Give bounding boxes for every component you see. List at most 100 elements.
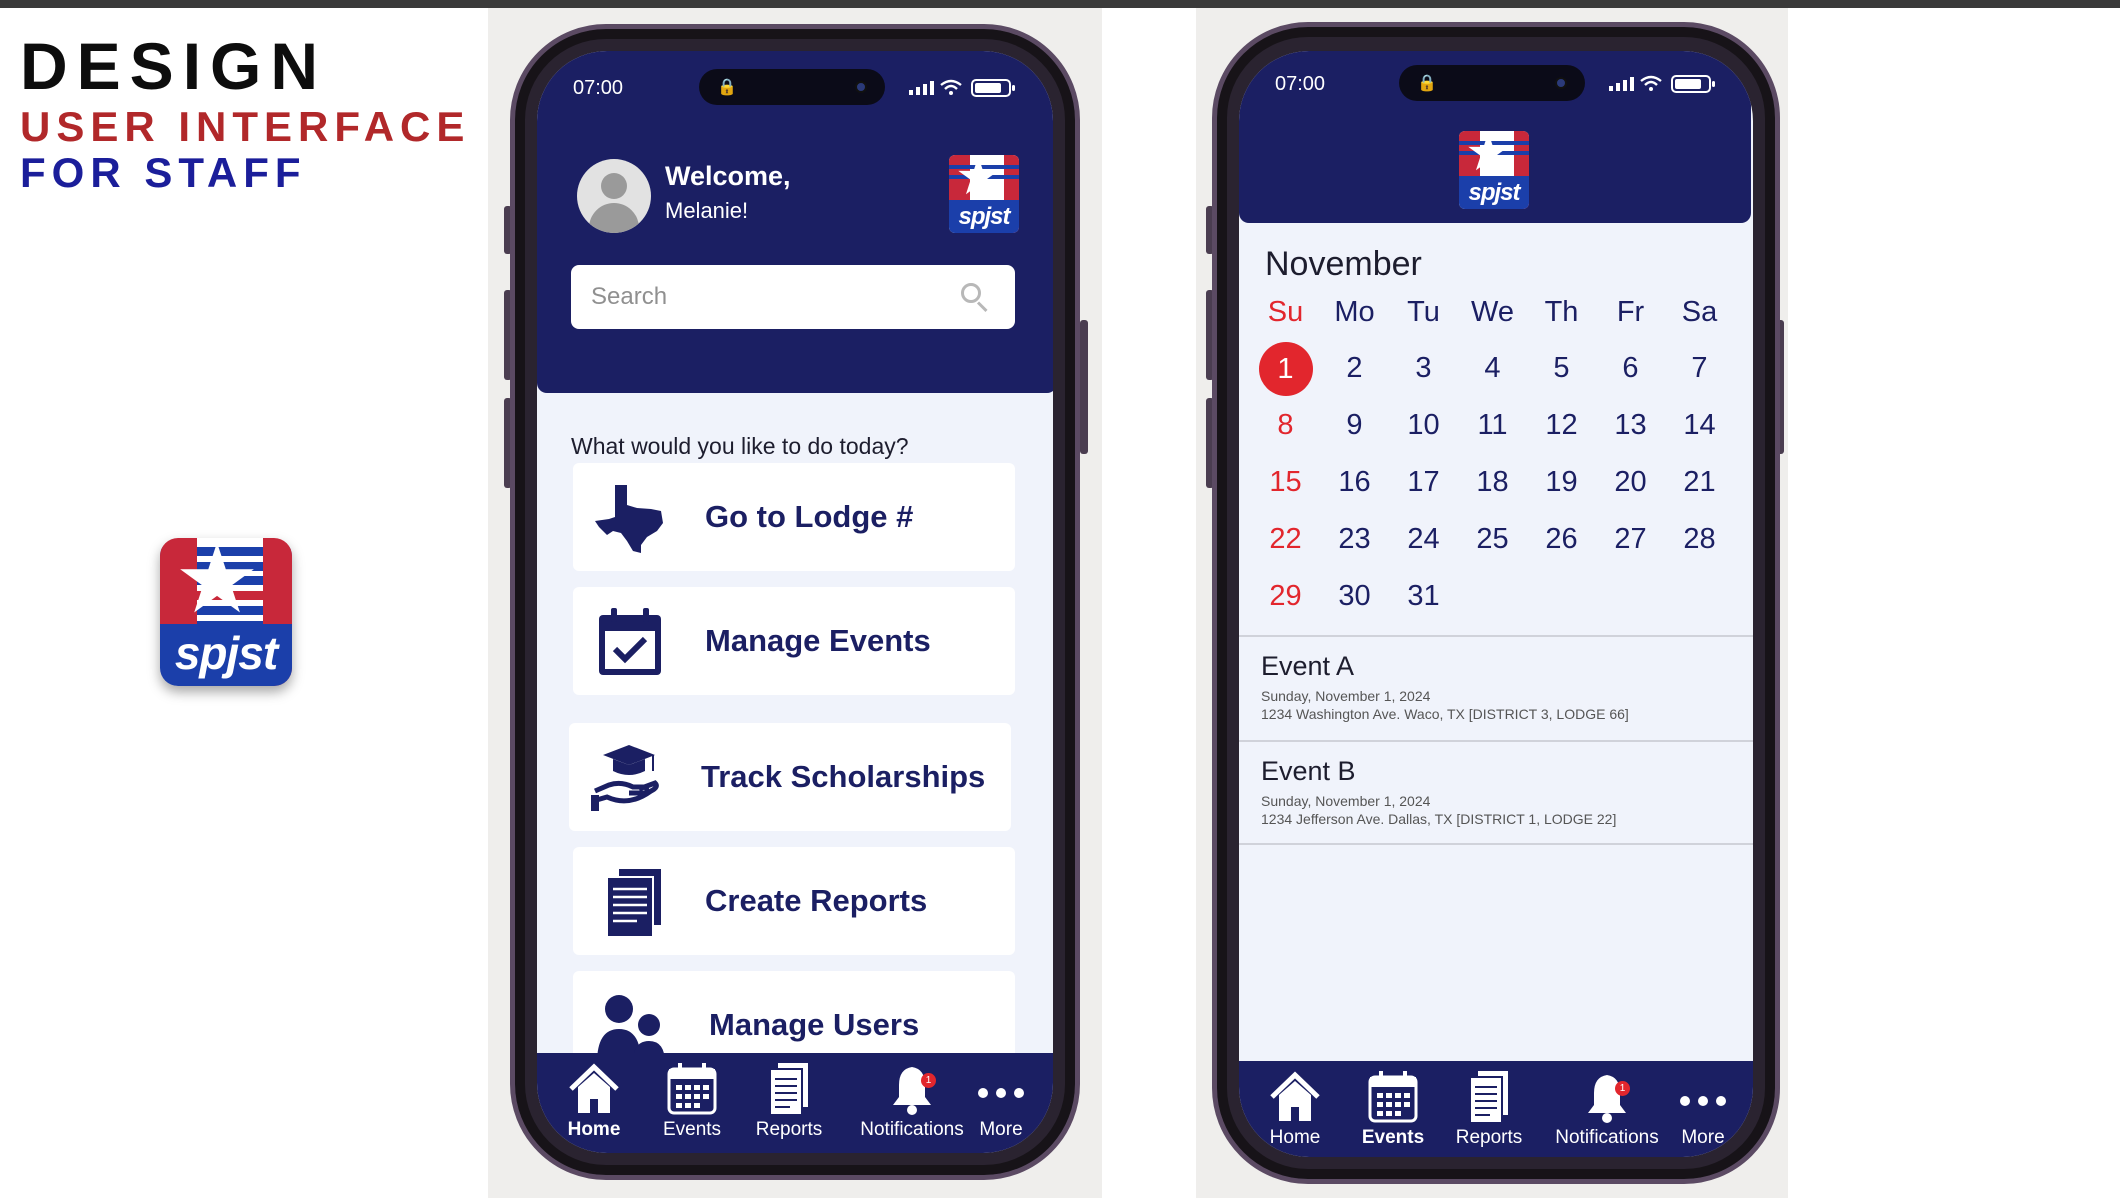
week-row: 8 9 10 11 12 13 14 [1251, 397, 1739, 454]
tab-events[interactable]: Events [1347, 1069, 1439, 1149]
home-icon [1270, 1071, 1320, 1121]
notification-badge: 1 [921, 1073, 936, 1088]
bell-icon [1588, 1075, 1626, 1123]
title-line-2: USER INTERFACE [20, 103, 471, 150]
user-name: Melanie! [665, 198, 749, 223]
calendar-day[interactable]: 13 [1596, 409, 1665, 442]
calendar-day[interactable]: 17 [1389, 466, 1458, 499]
more-dots-icon [1680, 1096, 1726, 1106]
search-bar[interactable] [571, 265, 1015, 329]
top-border [0, 0, 2120, 8]
tab-home[interactable]: Home [1249, 1069, 1341, 1149]
calendar-day[interactable]: 3 [1389, 352, 1458, 385]
tab-label: Notifications [860, 1119, 964, 1140]
tab-reports[interactable]: Reports [1443, 1069, 1535, 1149]
home-tab-bar: Home Events Reports 1 Notifications More [537, 1053, 1053, 1153]
calendar-day[interactable]: 9 [1320, 409, 1389, 442]
calendar-day[interactable]: 2 [1320, 352, 1389, 385]
calendar-day[interactable]: 14 [1665, 409, 1734, 442]
search-icon[interactable] [961, 283, 989, 313]
action-label: Go to Lodge # [705, 499, 914, 534]
events-tab-bar: Home Events Reports 1 Notifications More [1239, 1061, 1753, 1157]
status-time: 07:00 [573, 77, 624, 99]
calendar-icon [1368, 1071, 1418, 1123]
calendar-day[interactable]: 7 [1665, 352, 1734, 385]
calendar-day[interactable]: 22 [1251, 523, 1320, 556]
tab-label: Notifications [1555, 1127, 1659, 1148]
events-screen: 07:00 🔒 ★ spjst November Su Mo Tu We Th … [1239, 51, 1753, 1157]
tab-label: More [979, 1119, 1023, 1140]
calendar-day[interactable]: 4 [1458, 352, 1527, 385]
tab-home[interactable]: Home [548, 1061, 640, 1141]
calendar-day[interactable]: 30 [1320, 580, 1389, 613]
tab-label: More [1681, 1127, 1725, 1148]
status-bar: 07:00 🔒 [1239, 51, 1753, 121]
slide-title: DESIGN USER INTERFACE FOR STAFF [20, 28, 470, 196]
calendar-day[interactable]: 23 [1320, 523, 1389, 556]
spjst-logo: ★ spjst [949, 155, 1019, 233]
action-label: Track Scholarships [701, 759, 986, 794]
event-address: 1234 Washington Ave. Waco, TX [DISTRICT … [1261, 706, 1629, 722]
event-address: 1234 Jefferson Ave. Dallas, TX [DISTRICT… [1261, 811, 1617, 827]
camera-icon [855, 81, 867, 93]
weekday-label: We [1471, 295, 1514, 328]
calendar-day[interactable]: 5 [1527, 352, 1596, 385]
calendar-day[interactable]: 8 [1251, 409, 1320, 442]
tab-label: Home [567, 1119, 621, 1140]
calendar-grid: Su Mo Tu We Th Fr Sa 1 2 3 4 5 6 7 8 9 1… [1251, 283, 1739, 625]
week-row: 22 23 24 25 26 27 28 [1251, 511, 1739, 568]
status-time: 07:00 [1275, 73, 1326, 95]
action-label: Manage Users [709, 1007, 920, 1042]
title-line-1: DESIGN [20, 29, 328, 103]
calendar-day[interactable]: 31 [1389, 580, 1458, 613]
track-scholarships-button[interactable]: Track Scholarships [569, 723, 1011, 831]
week-row: 29 30 31 [1251, 568, 1739, 625]
tab-notifications[interactable]: 1 Notifications [851, 1061, 973, 1141]
avatar[interactable] [577, 159, 651, 233]
event-item[interactable]: Event B Sunday, November 1, 2024 1234 Je… [1239, 740, 1753, 845]
star-icon: ★ [955, 155, 1002, 206]
calendar-day[interactable]: 16 [1320, 466, 1389, 499]
week-row: 1 2 3 4 5 6 7 [1251, 340, 1739, 397]
event-name: Event A [1261, 651, 1355, 681]
home-screen: 07:00 🔒 Welcome, Melanie! ★ spjst Search… [537, 51, 1053, 1153]
calendar-day[interactable]: 21 [1665, 466, 1734, 499]
calendar-day[interactable]: 26 [1527, 523, 1596, 556]
dynamic-island: 🔒 [699, 69, 885, 105]
calendar-day[interactable]: 28 [1665, 523, 1734, 556]
weekday-label: Fr [1616, 295, 1645, 328]
status-bar: 07:00 🔒 [537, 51, 1053, 121]
calendar-day[interactable]: 10 [1389, 409, 1458, 442]
event-item[interactable]: Event A Sunday, November 1, 2024 1234 Wa… [1239, 635, 1753, 740]
calendar-day[interactable]: 15 [1251, 466, 1320, 499]
tab-more[interactable]: More [961, 1061, 1041, 1141]
weekday-row: Su Mo Tu We Th Fr Sa [1251, 283, 1739, 340]
calendar-day[interactable]: 11 [1458, 409, 1527, 442]
calendar-day[interactable]: 24 [1389, 523, 1458, 556]
manage-events-button[interactable]: Manage Events [573, 587, 1015, 695]
calendar-day[interactable]: 29 [1251, 580, 1320, 613]
create-reports-button[interactable]: Create Reports [573, 847, 1015, 955]
lock-icon: 🔒 [717, 79, 737, 96]
tab-events[interactable]: Events [646, 1061, 738, 1141]
events-phone-frame: 07:00 🔒 ★ spjst November Su Mo Tu We Th … [1212, 22, 1780, 1184]
tab-notifications[interactable]: 1 Notifications [1545, 1069, 1669, 1149]
texas-map-icon [595, 485, 663, 553]
calendar-check-icon [599, 608, 661, 675]
calendar-day[interactable]: 19 [1527, 466, 1596, 499]
tab-more[interactable]: More [1663, 1069, 1743, 1149]
calendar-day[interactable]: 20 [1596, 466, 1665, 499]
calendar-day-selected[interactable]: 1 [1251, 341, 1320, 396]
welcome-block: Welcome, Melanie! [665, 161, 791, 224]
search-input[interactable] [591, 281, 951, 313]
tab-reports[interactable]: Reports [743, 1061, 835, 1141]
calendar-day[interactable]: 6 [1596, 352, 1665, 385]
calendar-day[interactable]: 18 [1458, 466, 1527, 499]
calendar-day[interactable]: 27 [1596, 523, 1665, 556]
graduation-cap-hand-icon [591, 745, 659, 811]
star-icon: ★ [174, 538, 261, 633]
calendar-day[interactable]: 12 [1527, 409, 1596, 442]
go-to-lodge-button[interactable]: Go to Lodge # [573, 463, 1015, 571]
calendar-day[interactable]: 25 [1458, 523, 1527, 556]
calendar-month: November [1265, 245, 1422, 283]
